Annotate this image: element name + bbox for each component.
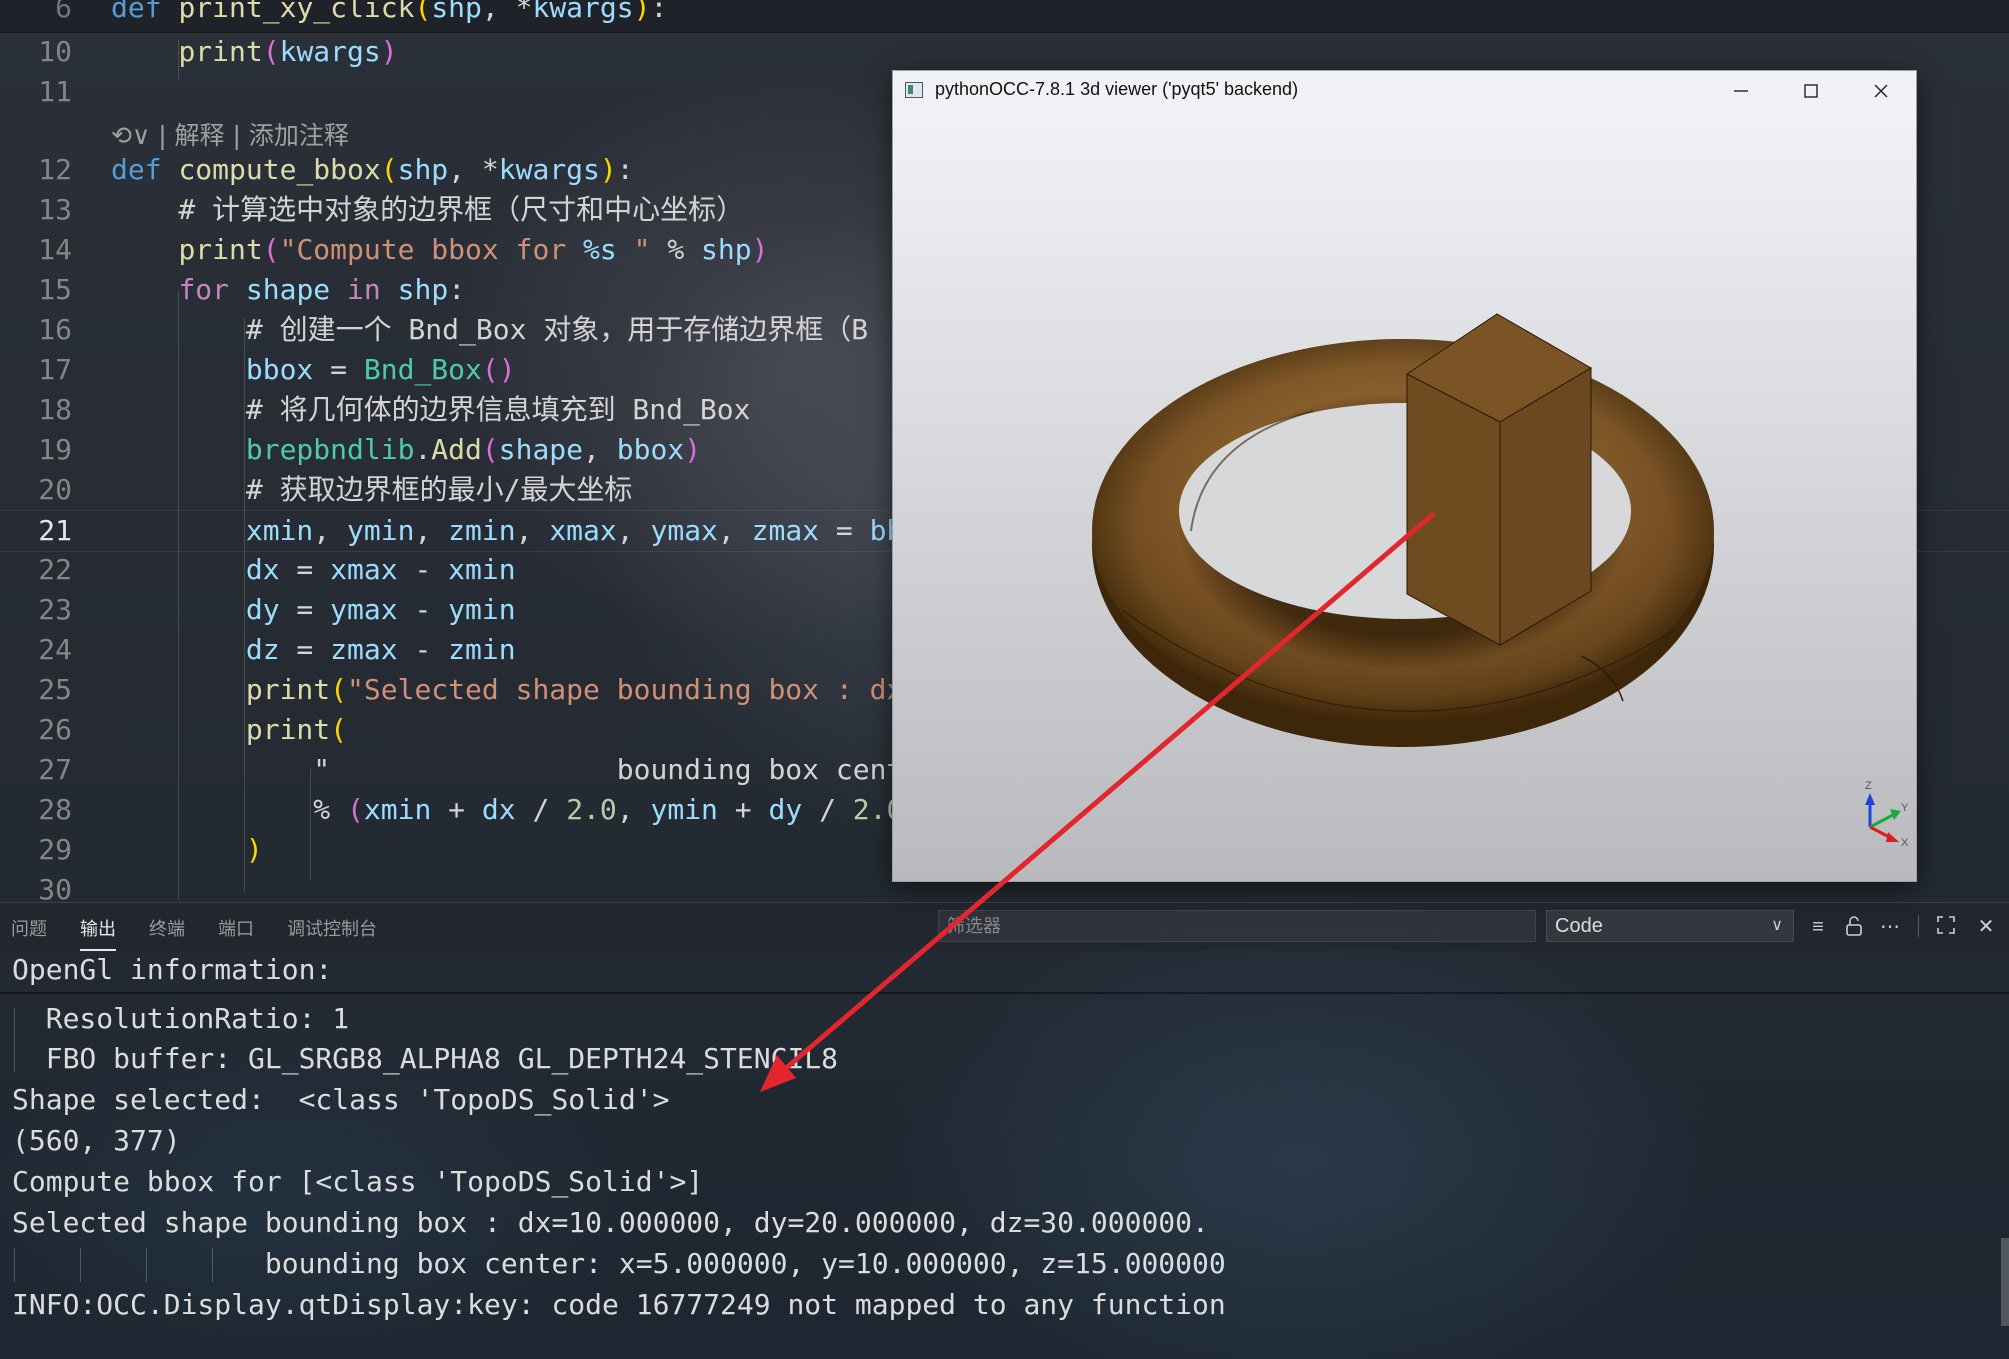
line-code: print("Compute bbox for %s " % shp)	[178, 233, 769, 266]
minimize-icon	[1734, 90, 1748, 92]
line-code: " bounding box center	[111, 753, 938, 786]
maximize-icon	[1804, 84, 1818, 98]
maximize-panel-icon[interactable]	[1934, 915, 1958, 939]
tab-problems[interactable]: 问题	[11, 915, 47, 941]
expand-icon	[1937, 916, 1955, 934]
axis-z-label: Z	[1865, 780, 1872, 792]
close-button[interactable]	[1846, 71, 1916, 111]
line-number: 10	[38, 35, 72, 68]
line-code: brepbndlib.Add(shape, bbox)	[245, 433, 702, 466]
line-number: 17	[38, 353, 72, 386]
line-code: dx = xmax - xmin	[245, 553, 516, 586]
line-number: 14	[38, 233, 72, 266]
line-code: )	[245, 833, 263, 866]
line-code: bbox = Bnd_Box()	[245, 353, 516, 386]
app-window-icon	[905, 82, 923, 98]
window-title: pythonOCC-7.8.1 3d viewer ('pyqt5' backe…	[935, 79, 1299, 99]
line-code: dy = ymax - ymin	[245, 593, 516, 626]
maximize-button[interactable]	[1776, 71, 1846, 111]
line-number: 16	[38, 313, 72, 346]
line-code: % (xmin + dx / 2.0, ymin + dy / 2.0	[111, 793, 904, 826]
3d-viewport[interactable]: Z Y X	[893, 111, 1916, 881]
torus-shape[interactable]	[1092, 339, 1714, 747]
line-code: # 计算选中对象的边界框（尺寸和中心坐标）	[111, 193, 745, 226]
line-number: 12	[38, 153, 72, 186]
output-scrollbar[interactable]	[2001, 1238, 2009, 1326]
sticky-scroll-line[interactable]: 6 def print_xy_click(shp, *kwargs):	[0, 0, 2009, 33]
panel-toolbar: 问题 输出 终端 端口 调试控制台 Code ∨ ≡ ⋯ ✕	[0, 902, 2009, 951]
axis-triad: Z Y X	[1865, 780, 1909, 849]
output-line: OpenGl information:	[12, 953, 333, 986]
output-channel-select[interactable]: Code ∨	[1546, 910, 1794, 942]
line-number: 24	[38, 633, 72, 666]
line-code: # 创建一个 Bnd_Box 对象，用于存储边界框（B	[111, 313, 869, 346]
line-code: # 获取边界框的最小/最大坐标	[111, 473, 633, 506]
code-line[interactable]: 10 print(kwargs)	[0, 32, 2009, 72]
output-line: INFO:OCC.Display.qtDisplay:key: code 167…	[12, 1288, 1226, 1321]
output-line: Selected shape bounding box : dx=10.0000…	[12, 1206, 1209, 1239]
filter-input[interactable]	[939, 911, 1535, 941]
line-code: def compute_bbox(shp, *kwargs):	[111, 153, 634, 186]
output-divider	[0, 992, 2009, 994]
output-line: ResolutionRatio: 1	[12, 1002, 350, 1035]
codelens-actions[interactable]: ⟲∨ | 解释 | 添加注释	[111, 116, 349, 152]
line-number: 25	[38, 673, 72, 706]
line-code: for shape in shp:	[178, 273, 466, 306]
line-number: 20	[38, 473, 72, 506]
more-actions-icon[interactable]: ⋯	[1878, 915, 1902, 939]
line-number: 26	[38, 713, 72, 746]
line-number: 30	[38, 873, 72, 902]
output-line: Compute bbox for [<class 'TopoDS_Solid'>…	[12, 1165, 704, 1198]
unlock-icon	[1846, 916, 1862, 936]
box-solid-shape[interactable]	[1406, 313, 1592, 646]
lock-scroll-icon[interactable]	[1842, 915, 1866, 939]
line-number: 29	[38, 833, 72, 866]
selected-channel: Code	[1555, 915, 1603, 937]
output-line: FBO buffer: GL_SRGB8_ALPHA8 GL_DEPTH24_S…	[12, 1042, 839, 1075]
occ-3d-viewer-window[interactable]: pythonOCC-7.8.1 3d viewer ('pyqt5' backe…	[892, 70, 1917, 882]
axis-x-label: X	[1901, 837, 1909, 849]
line-number: 19	[38, 433, 72, 466]
line-code: # 将几何体的边界信息填充到 Bnd_Box	[111, 393, 751, 426]
tab-terminal[interactable]: 终端	[149, 915, 185, 941]
line-number: 11	[38, 75, 72, 108]
line-number: 22	[38, 553, 72, 586]
line-code: dz = zmax - zmin	[245, 633, 516, 666]
output-line: Shape selected: <class 'TopoDS_Solid'>	[12, 1083, 670, 1116]
line-number: 28	[38, 793, 72, 826]
chevron-down-icon: ∨	[1771, 917, 1783, 934]
tab-ports[interactable]: 端口	[218, 915, 254, 941]
line-code: print("Selected shape bounding box : dx=	[245, 673, 921, 706]
sticky-code: def print_xy_click(shp, *kwargs):	[111, 0, 668, 24]
toolbar-divider	[1918, 915, 1919, 937]
close-panel-icon[interactable]: ✕	[1974, 915, 1998, 939]
tab-debug-console[interactable]: 调试控制台	[287, 915, 377, 941]
line-code: print(kwargs)	[178, 35, 398, 68]
output-line: bounding box center: x=5.000000, y=10.00…	[12, 1247, 1226, 1280]
viewer-titlebar[interactable]: pythonOCC-7.8.1 3d viewer ('pyqt5' backe…	[893, 71, 1916, 111]
line-number: 13	[38, 193, 72, 226]
line-code: xmin, ymin, zmin, xmax, ymax, zmax = bbo	[245, 514, 920, 547]
tab-output[interactable]: 输出	[80, 915, 116, 951]
minimize-button[interactable]	[1706, 71, 1776, 111]
output-panel[interactable]: OpenGl information: ResolutionRatio: 1 F…	[0, 950, 2009, 1359]
scene-render: Z Y X	[1092, 313, 1909, 849]
line-number: 6	[55, 0, 72, 24]
line-code: print(	[245, 713, 348, 746]
line-number: 27	[38, 753, 72, 786]
line-number: 15	[38, 273, 72, 306]
axis-y-label: Y	[1901, 802, 1909, 814]
output-filter[interactable]	[938, 910, 1536, 942]
line-number: 23	[38, 593, 72, 626]
output-line: (560, 377)	[12, 1124, 181, 1157]
line-number: 18	[38, 393, 72, 426]
word-wrap-icon[interactable]: ≡	[1806, 915, 1830, 939]
line-number: 21	[38, 514, 72, 547]
close-icon	[1874, 84, 1888, 98]
